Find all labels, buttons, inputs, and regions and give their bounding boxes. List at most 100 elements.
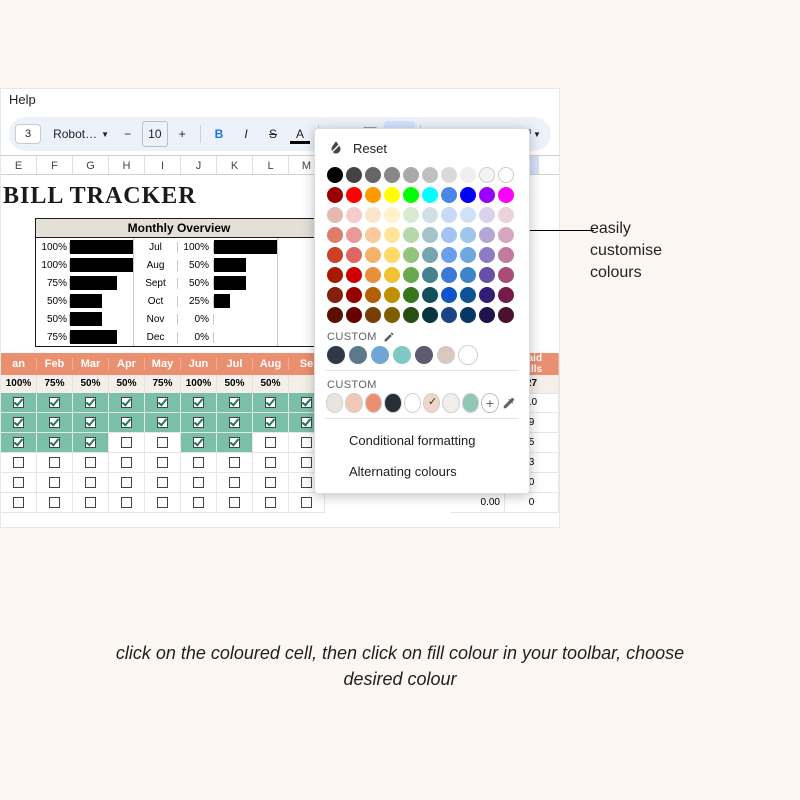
- color-swatch[interactable]: [422, 187, 438, 203]
- checkbox-cell[interactable]: [145, 433, 181, 453]
- color-swatch[interactable]: [441, 247, 457, 263]
- color-swatch[interactable]: [366, 394, 381, 412]
- color-swatch[interactable]: [327, 187, 343, 203]
- checkbox-cell[interactable]: [37, 433, 73, 453]
- color-swatch[interactable]: [365, 207, 381, 223]
- column-head[interactable]: H: [109, 156, 145, 174]
- menu-help[interactable]: Help: [9, 92, 36, 107]
- checkbox-cell[interactable]: [181, 493, 217, 513]
- color-swatch[interactable]: [498, 167, 514, 183]
- color-swatch[interactable]: [479, 307, 495, 323]
- color-swatch[interactable]: [327, 287, 343, 303]
- color-swatch[interactable]: [384, 287, 400, 303]
- checkbox-cell[interactable]: [145, 413, 181, 433]
- column-head[interactable]: E: [1, 156, 37, 174]
- color-swatch[interactable]: [384, 227, 400, 243]
- color-swatch[interactable]: [327, 227, 343, 243]
- color-swatch[interactable]: [371, 346, 389, 364]
- textcolor-button[interactable]: A: [287, 121, 313, 147]
- checkbox-cell[interactable]: [217, 453, 253, 473]
- color-swatch[interactable]: [460, 247, 476, 263]
- add-color-button[interactable]: +: [482, 394, 497, 412]
- strike-button[interactable]: S: [260, 121, 286, 147]
- color-swatch[interactable]: [403, 307, 419, 323]
- color-swatch[interactable]: [441, 287, 457, 303]
- checkbox-cell[interactable]: [73, 493, 109, 513]
- checkbox-cell[interactable]: [1, 393, 37, 413]
- color-swatch[interactable]: [405, 394, 420, 412]
- color-swatch[interactable]: [327, 307, 343, 323]
- color-swatch[interactable]: [346, 307, 362, 323]
- column-head[interactable]: I: [145, 156, 181, 174]
- checkbox-cell[interactable]: [253, 393, 289, 413]
- color-swatch[interactable]: [384, 307, 400, 323]
- checkbox-cell[interactable]: [181, 413, 217, 433]
- color-swatch[interactable]: [403, 207, 419, 223]
- checkbox-cell[interactable]: [37, 493, 73, 513]
- color-swatch[interactable]: [384, 167, 400, 183]
- amount-cell[interactable]: 0.00: [451, 493, 505, 513]
- column-head[interactable]: L: [253, 156, 289, 174]
- color-swatch[interactable]: [460, 167, 476, 183]
- alternating-colours-item[interactable]: Alternating colours: [327, 456, 517, 487]
- color-swatch[interactable]: [327, 394, 342, 412]
- color-swatch[interactable]: [441, 167, 457, 183]
- color-swatch[interactable]: [384, 247, 400, 263]
- color-swatch[interactable]: [384, 187, 400, 203]
- color-swatch[interactable]: [415, 346, 433, 364]
- color-swatch[interactable]: [498, 267, 514, 283]
- fontsize-inc[interactable]: +: [169, 121, 195, 147]
- color-swatch[interactable]: [346, 207, 362, 223]
- color-swatch[interactable]: [365, 167, 381, 183]
- checkbox-cell[interactable]: [37, 413, 73, 433]
- color-swatch[interactable]: [498, 307, 514, 323]
- checkbox-cell[interactable]: [1, 493, 37, 513]
- color-swatch[interactable]: [403, 267, 419, 283]
- checkbox-cell[interactable]: [253, 453, 289, 473]
- standard-color-row[interactable]: [327, 187, 517, 203]
- color-swatch[interactable]: [384, 207, 400, 223]
- checkbox-cell[interactable]: [73, 433, 109, 453]
- fontsize-dec[interactable]: −: [115, 121, 141, 147]
- checkbox-cell[interactable]: [109, 393, 145, 413]
- column-head[interactable]: J: [181, 156, 217, 174]
- checkbox-cell[interactable]: [253, 433, 289, 453]
- color-swatch[interactable]: [441, 267, 457, 283]
- toolbar-badge[interactable]: 3: [15, 124, 41, 144]
- color-swatch[interactable]: [385, 394, 400, 412]
- color-swatch[interactable]: [422, 287, 438, 303]
- checkbox-cell[interactable]: [181, 433, 217, 453]
- color-swatch[interactable]: [498, 287, 514, 303]
- checkbox-cell[interactable]: [73, 473, 109, 493]
- custom-row-2[interactable]: +: [327, 394, 517, 412]
- pencil-icon[interactable]: [383, 331, 395, 343]
- standard-grey-row[interactable]: [327, 167, 517, 183]
- color-swatch[interactable]: [422, 227, 438, 243]
- column-head[interactable]: K: [217, 156, 253, 174]
- checkbox-cell[interactable]: [73, 413, 109, 433]
- paid-count-cell[interactable]: 0: [505, 493, 559, 513]
- checkbox-cell[interactable]: [217, 413, 253, 433]
- checkbox-cell[interactable]: [289, 493, 325, 513]
- checkbox-cell[interactable]: [73, 393, 109, 413]
- color-swatch[interactable]: [460, 187, 476, 203]
- checkbox-cell[interactable]: [217, 433, 253, 453]
- checkbox-cell[interactable]: [109, 473, 145, 493]
- color-swatch[interactable]: [403, 227, 419, 243]
- color-swatch[interactable]: [384, 267, 400, 283]
- color-swatch[interactable]: [365, 267, 381, 283]
- color-swatch[interactable]: [422, 267, 438, 283]
- color-swatch[interactable]: [422, 307, 438, 323]
- checkbox-cell[interactable]: [217, 473, 253, 493]
- color-swatch[interactable]: [393, 346, 411, 364]
- checkbox-cell[interactable]: [73, 453, 109, 473]
- color-swatch[interactable]: [479, 167, 495, 183]
- color-swatch[interactable]: [463, 394, 478, 412]
- color-swatch[interactable]: [403, 287, 419, 303]
- color-swatch[interactable]: [441, 187, 457, 203]
- color-swatch[interactable]: [422, 247, 438, 263]
- color-swatch[interactable]: [346, 394, 361, 412]
- color-swatch[interactable]: [460, 207, 476, 223]
- color-swatch[interactable]: [346, 167, 362, 183]
- color-swatch[interactable]: [346, 267, 362, 283]
